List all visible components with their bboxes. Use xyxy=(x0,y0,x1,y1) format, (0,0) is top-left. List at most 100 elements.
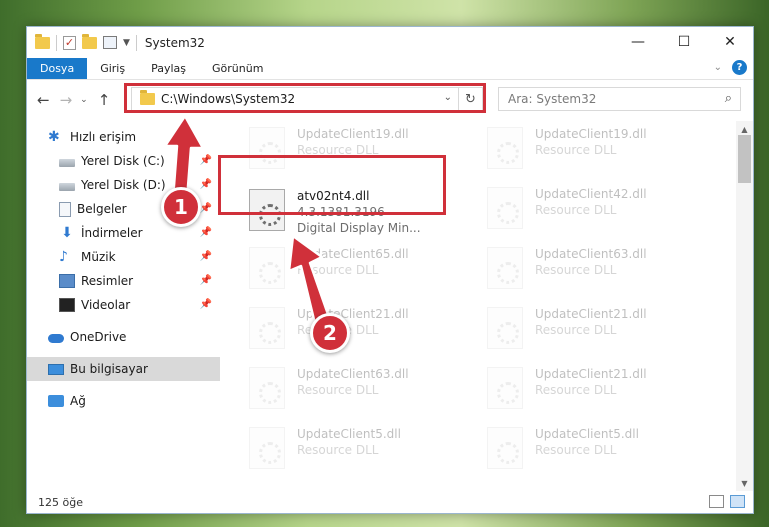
documents-icon xyxy=(59,201,71,217)
file-type: Resource DLL xyxy=(297,383,379,397)
sidebar-item-label: Hızlı erişim xyxy=(70,130,137,144)
dll-file-icon xyxy=(487,187,523,229)
status-bar: 125 öğe xyxy=(27,491,753,513)
sidebar-item-this-pc[interactable]: Bu bilgisayar xyxy=(27,357,220,381)
scroll-down-icon[interactable]: ▼ xyxy=(736,475,753,491)
file-type: Resource DLL xyxy=(535,443,617,457)
file-tile[interactable]: UpdateClient21.dll Resource DLL xyxy=(245,303,475,353)
file-tile[interactable]: UpdateClient21.dll Resource DLL xyxy=(483,303,713,353)
sidebar-item-quick-access[interactable]: ✱ Hızlı erişim xyxy=(27,125,220,149)
file-tile[interactable]: UpdateClient21.dll Resource DLL xyxy=(483,363,713,413)
pin-icon[interactable]: 📌 xyxy=(200,275,212,286)
sidebar-item-label: Müzik xyxy=(81,250,116,264)
file-name: UpdateClient21.dll xyxy=(297,307,409,321)
search-icon[interactable]: ⌕ xyxy=(725,91,732,106)
tab-share[interactable]: Paylaş xyxy=(138,58,199,79)
properties-check-icon[interactable]: ✓ xyxy=(63,35,76,50)
expand-ribbon-icon[interactable]: ⌄ xyxy=(714,62,722,73)
file-tile[interactable]: UpdateClient65.dll Resource DLL xyxy=(245,243,475,293)
dll-file-icon xyxy=(487,127,523,169)
file-type: Resource DLL xyxy=(297,443,379,457)
file-tile[interactable]: UpdateClient63.dll Resource DLL xyxy=(483,243,713,293)
sidebar-item-pictures[interactable]: Resimler 📌 xyxy=(27,269,220,293)
tab-file[interactable]: Dosya xyxy=(27,58,88,79)
file-tile[interactable]: UpdateClient42.dll Resource DLL xyxy=(483,183,713,233)
file-tile[interactable]: UpdateClient5.dll Resource DLL xyxy=(483,423,713,473)
tab-home[interactable]: Giriş xyxy=(87,58,138,79)
this-pc-icon xyxy=(48,363,64,375)
forward-button[interactable]: → xyxy=(60,91,73,109)
sidebar-item-label: Resimler xyxy=(81,274,134,288)
pin-icon[interactable]: 📌 xyxy=(200,251,212,262)
file-name: UpdateClient19.dll xyxy=(535,127,647,141)
sidebar-item-music[interactable]: ♪ Müzik 📌 xyxy=(27,245,220,269)
view-properties-icon[interactable] xyxy=(103,36,117,49)
dll-file-icon xyxy=(249,367,285,409)
close-button[interactable]: ✕ xyxy=(707,27,753,56)
file-tile[interactable]: UpdateClient63.dll Resource DLL xyxy=(245,363,475,413)
minimize-button[interactable]: — xyxy=(615,27,661,56)
file-type: Resource DLL xyxy=(535,383,617,397)
tiles-view-icon[interactable] xyxy=(730,495,745,508)
navigation-bar: ← → ⌄ ↑ C:\Windows\System32 ⌄ ↻ Ara: Sys… xyxy=(27,80,753,120)
maximize-button[interactable]: ☐ xyxy=(661,27,707,56)
pin-icon[interactable]: 📌 xyxy=(200,155,212,166)
file-name: UpdateClient5.dll xyxy=(297,427,401,441)
file-description: Digital Display Min... xyxy=(297,221,421,235)
file-tile[interactable]: UpdateClient19.dll Resource DLL xyxy=(483,123,713,173)
music-icon: ♪ xyxy=(59,249,68,265)
scroll-thumb[interactable] xyxy=(738,135,751,183)
back-button[interactable]: ← xyxy=(37,91,50,109)
view-toggle xyxy=(709,495,745,508)
drive-icon xyxy=(59,183,75,191)
tab-view[interactable]: Görünüm xyxy=(199,58,276,79)
dll-file-icon xyxy=(249,247,285,289)
sidebar-item-label: Ağ xyxy=(70,394,86,408)
sidebar-item-label: Yerel Disk (C:) xyxy=(81,154,165,168)
file-name: UpdateClient65.dll xyxy=(297,247,409,261)
dll-file-icon xyxy=(487,367,523,409)
sidebar-item-label: Yerel Disk (D:) xyxy=(81,178,166,192)
sidebar-item-label: Belgeler xyxy=(77,202,127,216)
chevron-down-icon[interactable]: ▼ xyxy=(123,38,130,48)
search-input[interactable]: Ara: System32 ⌕ xyxy=(498,87,741,111)
pin-icon[interactable]: 📌 xyxy=(200,299,212,310)
pin-icon[interactable]: 📌 xyxy=(200,227,212,238)
file-type: Resource DLL xyxy=(535,323,617,337)
file-type: Resource DLL xyxy=(535,263,617,277)
sidebar-item-onedrive[interactable]: OneDrive xyxy=(27,325,220,349)
new-folder-icon[interactable] xyxy=(82,33,97,49)
quick-access-toolbar: ✓ ▼ xyxy=(27,33,137,51)
sidebar-item-network[interactable]: Ağ xyxy=(27,389,220,413)
help-icon[interactable]: ? xyxy=(732,60,747,75)
folder-icon xyxy=(35,33,50,49)
vertical-scrollbar[interactable]: ▲ ▼ xyxy=(736,121,753,491)
up-button[interactable]: ↑ xyxy=(98,91,111,109)
item-count: 125 öğe xyxy=(38,495,83,509)
file-type: Resource DLL xyxy=(297,263,379,277)
file-name: UpdateClient63.dll xyxy=(535,247,647,261)
window-controls: — ☐ ✕ xyxy=(615,27,753,56)
videos-icon xyxy=(59,298,75,312)
pin-icon[interactable]: 📌 xyxy=(200,203,212,214)
details-view-icon[interactable] xyxy=(709,495,724,508)
sidebar-item-label: Bu bilgisayar xyxy=(70,362,148,376)
sidebar-item-downloads[interactable]: ⬇ İndirmeler 📌 xyxy=(27,221,220,245)
drive-icon xyxy=(59,159,75,167)
file-explorer-window: ✓ ▼ System32 — ☐ ✕ Dosya Giriş Paylaş Gö… xyxy=(26,26,754,514)
file-name: UpdateClient5.dll xyxy=(535,427,639,441)
pin-icon[interactable]: 📌 xyxy=(200,179,212,190)
onedrive-icon xyxy=(48,334,64,343)
file-name: UpdateClient63.dll xyxy=(297,367,409,381)
file-type: Resource DLL xyxy=(535,203,617,217)
pictures-icon xyxy=(59,274,75,288)
sidebar-item-local-disk-c[interactable]: Yerel Disk (C:) 📌 xyxy=(27,149,220,173)
divider xyxy=(56,34,57,51)
sidebar-item-label: İndirmeler xyxy=(81,226,143,240)
file-name: UpdateClient21.dll xyxy=(535,307,647,321)
file-tile[interactable]: UpdateClient5.dll Resource DLL xyxy=(245,423,475,473)
file-name: UpdateClient21.dll xyxy=(535,367,647,381)
sidebar-item-videos[interactable]: Videolar 📌 xyxy=(27,293,220,317)
recent-locations-button[interactable]: ⌄ xyxy=(80,95,88,105)
sidebar-item-label: Videolar xyxy=(81,298,131,312)
